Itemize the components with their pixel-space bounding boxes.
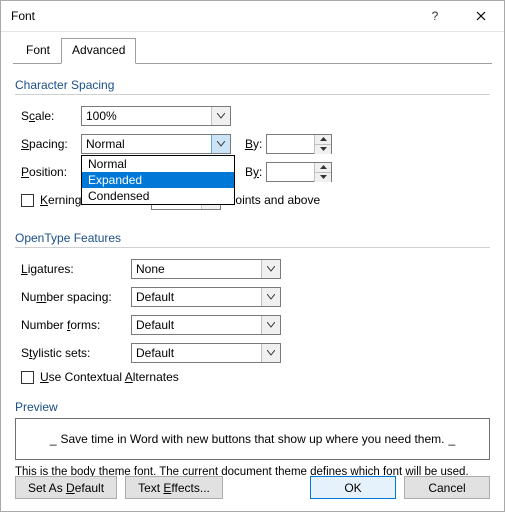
stylistic-sets-label: Stylistic sets: bbox=[15, 346, 131, 360]
spacing-combo[interactable]: Normal Normal Expanded Condensed bbox=[81, 134, 231, 154]
points-and-above-label: Points and above bbox=[227, 193, 320, 207]
text-effects-button[interactable]: Text Effects... bbox=[125, 476, 223, 499]
checkbox-icon bbox=[21, 194, 34, 207]
number-forms-label: Number forms: bbox=[15, 318, 131, 332]
close-icon bbox=[476, 11, 486, 21]
ligatures-label: Ligatures: bbox=[15, 262, 131, 276]
stylistic-sets-value: Default bbox=[132, 346, 261, 360]
stylistic-sets-combo[interactable]: Default bbox=[131, 343, 281, 363]
tab-advanced[interactable]: Advanced bbox=[61, 38, 136, 64]
tab-strip: Font Advanced bbox=[15, 38, 494, 63]
spin-up-icon[interactable] bbox=[315, 135, 331, 144]
position-by-label: By: bbox=[245, 165, 262, 179]
position-by-spinner[interactable] bbox=[266, 162, 332, 182]
spacing-option-normal[interactable]: Normal bbox=[82, 156, 234, 172]
number-spacing-combo[interactable]: Default bbox=[131, 287, 281, 307]
contextual-alternates-label: Use Contextual Alternates bbox=[40, 370, 179, 384]
chevron-down-icon bbox=[211, 135, 230, 153]
spacing-label: Spacing: bbox=[15, 137, 81, 151]
ligatures-value: None bbox=[132, 262, 261, 276]
spacing-value: Normal bbox=[82, 137, 211, 151]
spacing-option-condensed[interactable]: Condensed bbox=[82, 188, 234, 204]
number-spacing-value: Default bbox=[132, 290, 261, 304]
group-opentype: Ligatures: None Number spacing: Default … bbox=[15, 247, 490, 384]
preview-text: Save time in Word with new buttons that … bbox=[61, 432, 445, 446]
preview-title: Preview bbox=[15, 400, 490, 414]
checkbox-icon bbox=[21, 371, 34, 384]
number-spacing-label: Number spacing: bbox=[15, 290, 131, 304]
font-dialog: Font ? Font Advanced Character Spacing S… bbox=[0, 0, 505, 512]
spin-up-icon[interactable] bbox=[315, 163, 331, 172]
chevron-down-icon bbox=[261, 260, 280, 278]
chevron-down-icon bbox=[261, 344, 280, 362]
group-character-spacing: Scale: 100% Spacing: Normal Normal Expan… bbox=[15, 94, 490, 213]
tab-font[interactable]: Font bbox=[15, 38, 61, 63]
footer: Set As Default Text Effects... OK Cancel bbox=[15, 476, 490, 499]
dialog-title: Font bbox=[11, 9, 412, 23]
preview-box: _ Save time in Word with new buttons tha… bbox=[15, 418, 490, 460]
spin-down-icon[interactable] bbox=[315, 172, 331, 182]
chevron-down-icon bbox=[261, 316, 280, 334]
scale-value: 100% bbox=[82, 109, 211, 123]
spacing-by-label: By: bbox=[245, 137, 262, 151]
number-forms-combo[interactable]: Default bbox=[131, 315, 281, 335]
chevron-down-icon bbox=[211, 107, 230, 125]
number-forms-value: Default bbox=[132, 318, 261, 332]
ligatures-combo[interactable]: None bbox=[131, 259, 281, 279]
spacing-option-expanded[interactable]: Expanded bbox=[82, 172, 234, 188]
spacing-by-spinner[interactable] bbox=[266, 134, 332, 154]
group-character-spacing-title: Character Spacing bbox=[15, 78, 490, 92]
chevron-down-icon bbox=[261, 288, 280, 306]
spin-down-icon[interactable] bbox=[315, 144, 331, 154]
group-opentype-title: OpenType Features bbox=[15, 231, 490, 245]
scale-label: Scale: bbox=[15, 109, 81, 123]
position-label: Position: bbox=[15, 165, 81, 179]
titlebar: Font ? bbox=[1, 1, 504, 32]
close-button[interactable] bbox=[458, 1, 504, 31]
cancel-button[interactable]: Cancel bbox=[404, 476, 490, 499]
contextual-alternates-checkbox[interactable]: Use Contextual Alternates bbox=[21, 370, 490, 384]
help-button[interactable]: ? bbox=[412, 1, 458, 31]
scale-combo[interactable]: 100% bbox=[81, 106, 231, 126]
ok-button[interactable]: OK bbox=[310, 476, 396, 499]
spacing-dropdown: Normal Expanded Condensed bbox=[81, 155, 235, 205]
set-as-default-button[interactable]: Set As Default bbox=[15, 476, 117, 499]
